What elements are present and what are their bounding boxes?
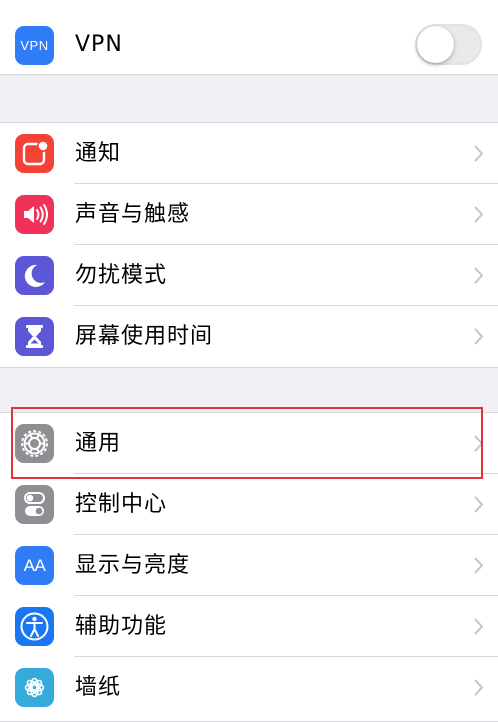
display-icon: AA — [15, 546, 54, 585]
row-label: 辅助功能 — [75, 614, 168, 639]
settings-group-1: 通知 声音与触感 勿扰模式 屏幕使用时间 — [0, 122, 498, 368]
chevron-right-icon — [474, 679, 483, 696]
settings-row-accessibility[interactable]: 辅助功能 — [0, 596, 498, 657]
sound-icon — [15, 195, 54, 234]
chevron-right-icon — [474, 496, 483, 513]
chevron-right-icon — [474, 145, 483, 162]
chevron-right-icon — [474, 618, 483, 635]
settings-row-notifications[interactable]: 通知 — [0, 123, 498, 184]
control-center-icon — [15, 485, 54, 524]
accessibility-icon — [15, 607, 54, 646]
chevron-right-icon — [474, 206, 483, 223]
chevron-right-icon — [474, 267, 483, 284]
settings-row-screen-time[interactable]: 屏幕使用时间 — [0, 306, 498, 367]
row-label: 显示与亮度 — [75, 553, 191, 578]
row-label: 通用 — [75, 431, 122, 456]
settings-group-2: 通用 控制中心 AA 显示与亮度 辅助功能 墙纸 — [0, 412, 498, 722]
moon-icon — [15, 256, 54, 295]
vpn-toggle[interactable] — [415, 24, 482, 65]
chevron-right-icon — [474, 557, 483, 574]
settings-row-general[interactable]: 通用 — [0, 413, 498, 474]
wallpaper-icon — [15, 668, 54, 707]
row-label: 勿扰模式 — [75, 263, 168, 288]
notifications-icon — [15, 134, 54, 173]
settings-row-wallpaper[interactable]: 墙纸 — [0, 657, 498, 718]
settings-row-do-not-disturb[interactable]: 勿扰模式 — [0, 245, 498, 306]
gear-icon — [15, 424, 54, 463]
row-label: 通知 — [75, 141, 122, 166]
row-label: 墙纸 — [75, 675, 122, 700]
row-label: 声音与触感 — [75, 202, 191, 227]
vpn-row[interactable]: VPN VPN — [0, 0, 498, 75]
vpn-label: VPN — [75, 32, 123, 57]
row-label: 屏幕使用时间 — [75, 324, 214, 349]
chevron-right-icon — [474, 435, 483, 452]
toggle-knob — [417, 26, 454, 63]
vpn-group: VPN VPN — [0, 0, 498, 75]
settings-row-control-center[interactable]: 控制中心 — [0, 474, 498, 535]
settings-row-sounds[interactable]: 声音与触感 — [0, 184, 498, 245]
vpn-icon: VPN — [15, 26, 54, 65]
row-label: 控制中心 — [75, 492, 168, 517]
chevron-right-icon — [474, 328, 483, 345]
settings-row-display[interactable]: AA 显示与亮度 — [0, 535, 498, 596]
hourglass-icon — [15, 317, 54, 356]
